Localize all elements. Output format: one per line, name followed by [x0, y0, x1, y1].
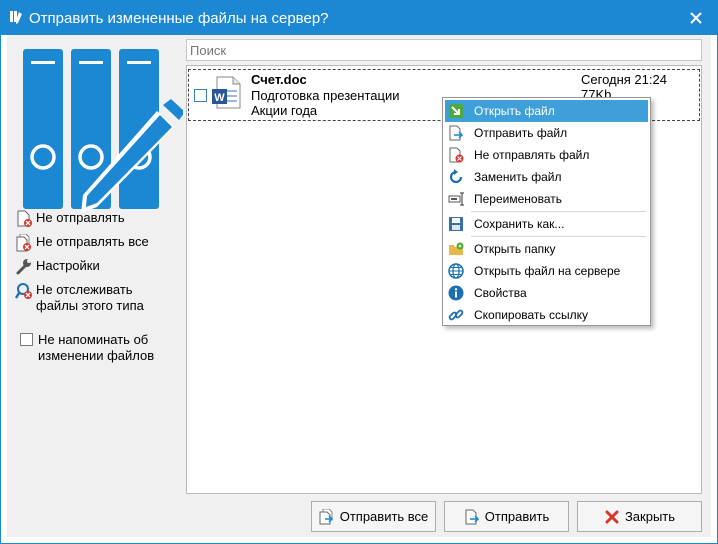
- dont-send-button[interactable]: Не отправлять: [15, 210, 125, 228]
- send-file-icon: [449, 125, 464, 141]
- dont-send-all-button[interactable]: Не отправлять все: [15, 234, 149, 252]
- dont-send-icon: [449, 147, 464, 163]
- close-icon[interactable]: [683, 7, 709, 29]
- remind-line2: изменении файлов: [38, 348, 155, 363]
- window-title: Отправить измененные файлы на сервер?: [29, 10, 329, 27]
- replace-icon: [449, 169, 463, 184]
- send-all-icon: [319, 508, 333, 524]
- globe-icon: [448, 263, 464, 279]
- menu-send-file[interactable]: Отправить файл: [445, 122, 648, 144]
- menu-save-as[interactable]: Сохранить как...: [445, 213, 648, 235]
- menu-copy-link[interactable]: Скопировать ссылку: [445, 304, 648, 326]
- svg-text:W: W: [214, 92, 225, 104]
- menu-rename[interactable]: Переименовать: [445, 188, 648, 210]
- open-folder-icon: [449, 242, 464, 255]
- save-icon: [449, 217, 463, 231]
- file-checkbox[interactable]: [194, 89, 207, 102]
- menu-open-file[interactable]: Открыть файл: [445, 100, 648, 122]
- word-document-icon: W: [212, 76, 241, 109]
- open-file-icon: [449, 104, 463, 118]
- send-file-icon: [465, 509, 479, 524]
- info-icon: [448, 285, 464, 301]
- menu-replace-file[interactable]: Заменить файл: [445, 166, 648, 188]
- file-description-2: Акции года: [251, 103, 318, 118]
- send-button[interactable]: Отправить: [444, 501, 569, 532]
- settings-button[interactable]: Настройки: [15, 258, 100, 276]
- send-label: Отправить: [484, 509, 550, 524]
- red-x-icon: [605, 510, 619, 523]
- app-logo-icon: [23, 49, 183, 213]
- remind-checkbox-row[interactable]: Не напоминать об изменении файлов: [20, 332, 154, 364]
- file-description-1: Подготовка презентации: [251, 88, 400, 103]
- menu-dont-send-file[interactable]: Не отправлять файл: [445, 144, 648, 166]
- file-name: Счет.doc: [251, 72, 307, 87]
- file-date: Сегодня 21:24: [581, 72, 667, 87]
- title-bar: Отправить измененные файлы на сервер?: [1, 1, 717, 35]
- documents-no-icon: [16, 234, 31, 252]
- close-button[interactable]: Закрыть: [577, 501, 702, 532]
- send-all-button[interactable]: Отправить все: [311, 501, 436, 532]
- stop-tracking-icon: [15, 283, 32, 299]
- context-menu: Открыть файл Отправить файл Не отправлят…: [442, 97, 651, 326]
- send-all-label: Отправить все: [339, 509, 429, 524]
- dialog-window: Отправить измененные файлы на сервер? Не…: [0, 0, 718, 544]
- search-input[interactable]: [186, 39, 702, 61]
- app-icon: [10, 11, 22, 24]
- menu-open-on-server[interactable]: Открыть файл на сервере: [445, 260, 648, 282]
- remind-line1: Не напоминать об: [38, 332, 149, 347]
- link-icon: [448, 309, 464, 321]
- menu-separator: [471, 236, 646, 237]
- menu-separator: [471, 211, 646, 212]
- menu-properties[interactable]: Свойства: [445, 282, 648, 304]
- close-label: Закрыть: [624, 509, 676, 524]
- document-no-icon: [17, 210, 32, 227]
- remind-checkbox[interactable]: [20, 333, 33, 346]
- stop-tracking-button[interactable]: Не отслеживать файлы этого типа: [15, 282, 144, 314]
- wrench-icon: [16, 259, 31, 275]
- stop-tracking-line2: файлы этого типа: [36, 298, 144, 313]
- menu-open-folder[interactable]: Открыть папку: [445, 238, 648, 260]
- stop-tracking-line1: Не отслеживать: [36, 282, 133, 297]
- rename-icon: [448, 192, 464, 206]
